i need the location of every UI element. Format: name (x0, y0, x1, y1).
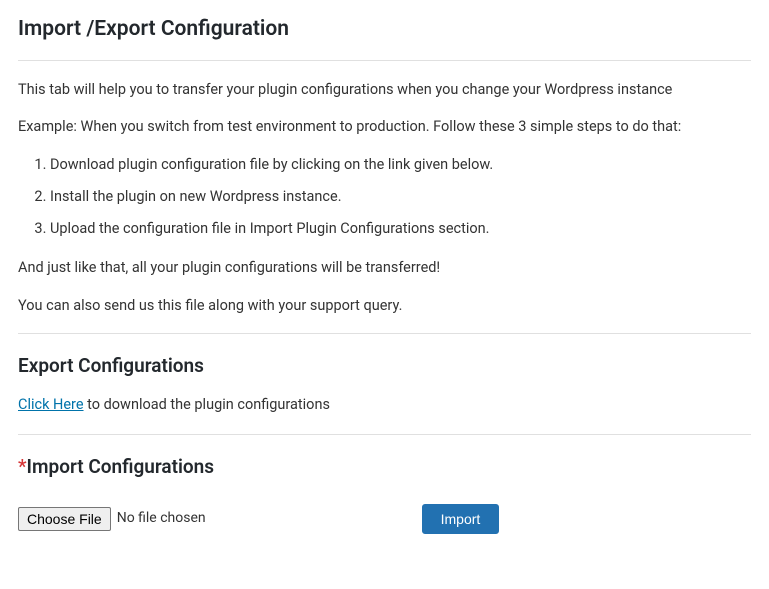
divider (18, 434, 751, 435)
required-asterisk: * (18, 455, 27, 478)
import-button[interactable]: Import (422, 504, 500, 534)
import-heading: Import Configurations (27, 455, 215, 478)
outro-text-1: And just like that, all your plugin conf… (18, 257, 751, 279)
divider (18, 333, 751, 334)
choose-file-button[interactable]: Choose File (18, 507, 111, 531)
steps-list: Download plugin configuration file by cl… (18, 154, 751, 239)
file-chosen-label: No file chosen (117, 508, 206, 529)
export-download-link[interactable]: Click Here (18, 396, 84, 413)
divider (18, 60, 751, 61)
step-item: Upload the configuration file in Import … (50, 218, 751, 240)
export-link-suffix: to download the plugin configurations (84, 396, 330, 413)
intro-text-1: This tab will help you to transfer your … (18, 79, 751, 101)
step-item: Download plugin configuration file by cl… (50, 154, 751, 176)
intro-text-2: Example: When you switch from test envir… (18, 116, 751, 138)
step-item: Install the plugin on new Wordpress inst… (50, 186, 751, 208)
file-input[interactable]: Choose File No file chosen (18, 507, 206, 531)
outro-text-2: You can also send us this file along wit… (18, 295, 751, 317)
page-title: Import /Export Configuration (18, 14, 751, 46)
export-heading: Export Configurations (18, 352, 751, 381)
